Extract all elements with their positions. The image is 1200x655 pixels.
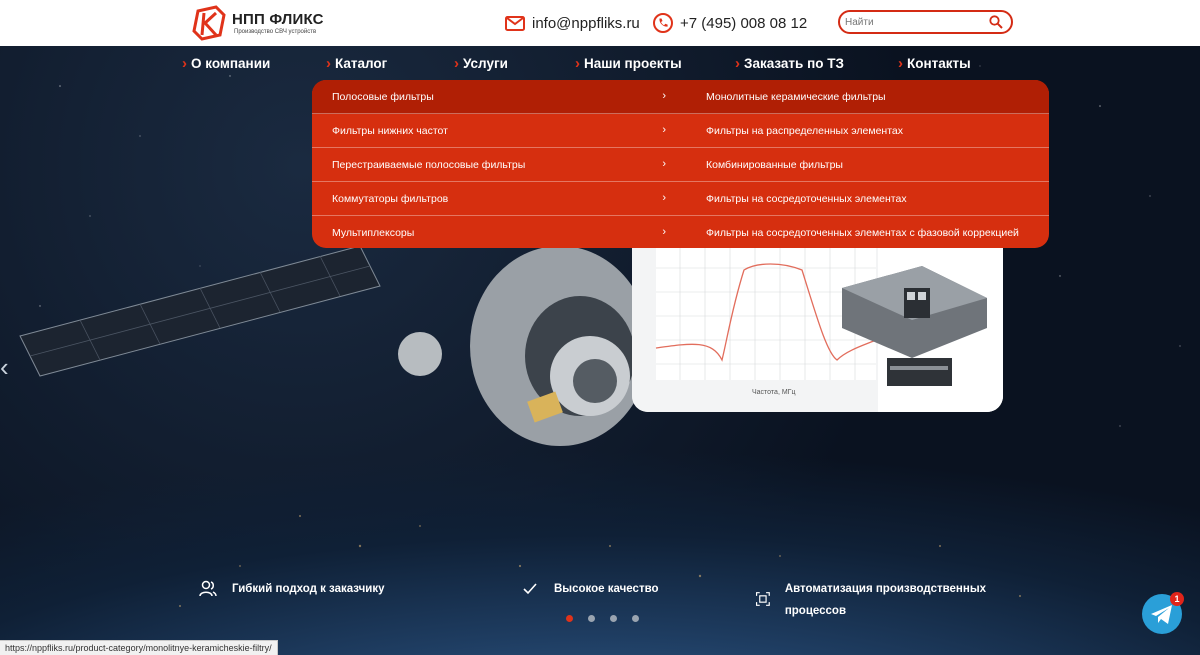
slider-dot-active[interactable] — [566, 615, 573, 622]
chevron-right-icon: › — [735, 55, 740, 72]
menu-item-multiplexers[interactable]: Мультиплексоры › — [312, 216, 680, 248]
menu-item-filter-switches[interactable]: Коммутаторы фильтров › — [312, 182, 680, 216]
logo-subtitle: Производство СВЧ устройств — [234, 29, 317, 35]
menu-item-label: Мультиплексоры — [332, 227, 415, 239]
feature-label: Гибкий подход к заказчику — [232, 583, 385, 595]
search-input[interactable] — [845, 14, 985, 30]
search-box — [838, 10, 1013, 34]
submenu-item-ceramic-filters[interactable]: Монолитные керамические фильтры — [680, 80, 1049, 114]
chevron-right-icon: › — [662, 226, 666, 238]
menu-item-label: Фильтры на сосредоточенных элементах — [706, 192, 907, 205]
feature-quality: Высокое качество — [520, 578, 659, 600]
chevron-right-icon: › — [326, 55, 331, 72]
submenu-item-distributed-filters[interactable]: Фильтры на распределенных элементах — [680, 114, 1049, 148]
chevron-right-icon: › — [662, 124, 666, 136]
check-icon — [523, 583, 537, 595]
phone-text: +7 (495) 008 08 12 — [680, 14, 808, 32]
feature-automation: Автоматизация производственных процессов — [755, 578, 995, 622]
filter-response-graph: Частота, МГц — [632, 248, 1003, 412]
slider-dot[interactable] — [610, 615, 617, 622]
menu-item-label: Фильтры нижних частот — [332, 124, 448, 137]
users-icon — [199, 580, 217, 597]
slider-prev-button[interactable]: ‹ — [0, 352, 9, 383]
nav-label: Услуги — [463, 56, 508, 71]
feature-flexible: Гибкий подход к заказчику — [198, 578, 384, 600]
nav-item-services[interactable]: › Услуги — [454, 55, 508, 72]
menu-item-label: Монолитные керамические фильтры — [706, 90, 886, 103]
menu-item-label: Фильтры на сосредоточенных элементах с ф… — [706, 227, 1019, 239]
feature-label: Высокое качество — [554, 583, 659, 595]
automation-icon — [755, 592, 770, 606]
mail-icon — [505, 16, 525, 31]
chevron-right-icon: › — [898, 55, 903, 72]
catalog-menu-submenu: Монолитные керамические фильтры Фильтры … — [680, 80, 1049, 248]
logo[interactable]: НПП ФЛИКС Производство СВЧ устройств — [190, 5, 324, 41]
nav-label: Каталог — [335, 56, 388, 71]
chevron-right-icon: › — [662, 158, 666, 170]
catalog-menu-primary: Полосовые фильтры › Фильтры нижних часто… — [312, 80, 680, 248]
nav-label: Наши проекты — [584, 56, 682, 71]
search-icon[interactable] — [989, 15, 1003, 29]
email-text: info@nppfliks.ru — [532, 14, 640, 32]
nav-item-contacts[interactable]: › Контакты — [898, 55, 971, 72]
graph-xlabel: Частота, МГц — [752, 389, 795, 396]
menu-item-tunable-filters[interactable]: Перестраиваемые полосовые фильтры › — [312, 148, 680, 182]
chevron-right-icon: › — [662, 90, 666, 102]
submenu-item-lumped-phase-filters[interactable]: Фильтры на сосредоточенных элементах с ф… — [680, 216, 1049, 248]
site-header: НПП ФЛИКС Производство СВЧ устройств inf… — [0, 0, 1200, 46]
chevron-right-icon: › — [182, 55, 187, 72]
menu-item-label: Комбинированные фильтры — [706, 158, 843, 171]
logo-icon — [192, 5, 226, 41]
satellite-image — [19, 245, 650, 446]
menu-item-label: Полосовые фильтры — [332, 90, 434, 103]
nav-item-order[interactable]: › Заказать по ТЗ — [735, 55, 844, 72]
main-nav: › О компании › Каталог › Услуги › Наши п… — [0, 46, 1200, 80]
chevron-right-icon: › — [575, 55, 580, 72]
feature-label: Автоматизация производственных процессов — [784, 583, 987, 617]
slider-dots — [566, 615, 654, 622]
notification-badge: 1 — [1170, 592, 1184, 606]
nav-label: О компании — [191, 56, 271, 71]
nav-item-about[interactable]: › О компании — [182, 55, 270, 72]
nav-item-catalog[interactable]: › Каталог — [326, 55, 387, 72]
chevron-right-icon: › — [454, 55, 459, 72]
logo-title: НПП ФЛИКС — [232, 11, 324, 28]
menu-item-label: Коммутаторы фильтров — [332, 192, 449, 205]
email-link[interactable]: info@nppfliks.ru — [504, 12, 640, 34]
slider-dot[interactable] — [632, 615, 639, 622]
phone-icon — [653, 13, 673, 33]
nav-label: Контакты — [907, 56, 971, 71]
menu-item-bandpass-filters[interactable]: Полосовые фильтры › — [312, 80, 680, 114]
menu-item-lowpass-filters[interactable]: Фильтры нижних частот › — [312, 114, 680, 148]
chevron-right-icon: › — [662, 192, 666, 204]
menu-item-label: Фильтры на распределенных элементах — [706, 124, 903, 137]
submenu-item-lumped-filters[interactable]: Фильтры на сосредоточенных элементах — [680, 182, 1049, 216]
submenu-item-combined-filters[interactable]: Комбинированные фильтры — [680, 148, 1049, 182]
product-image-card: Частота, МГц — [632, 248, 1003, 412]
menu-item-label: Перестраиваемые полосовые фильтры — [332, 158, 526, 171]
phone-link[interactable]: +7 (495) 008 08 12 — [652, 12, 807, 34]
browser-status-url: https://nppfliks.ru/product-category/mon… — [0, 640, 278, 655]
slider-dot[interactable] — [588, 615, 595, 622]
nav-item-projects[interactable]: › Наши проекты — [575, 55, 682, 72]
nav-label: Заказать по ТЗ — [744, 56, 844, 71]
